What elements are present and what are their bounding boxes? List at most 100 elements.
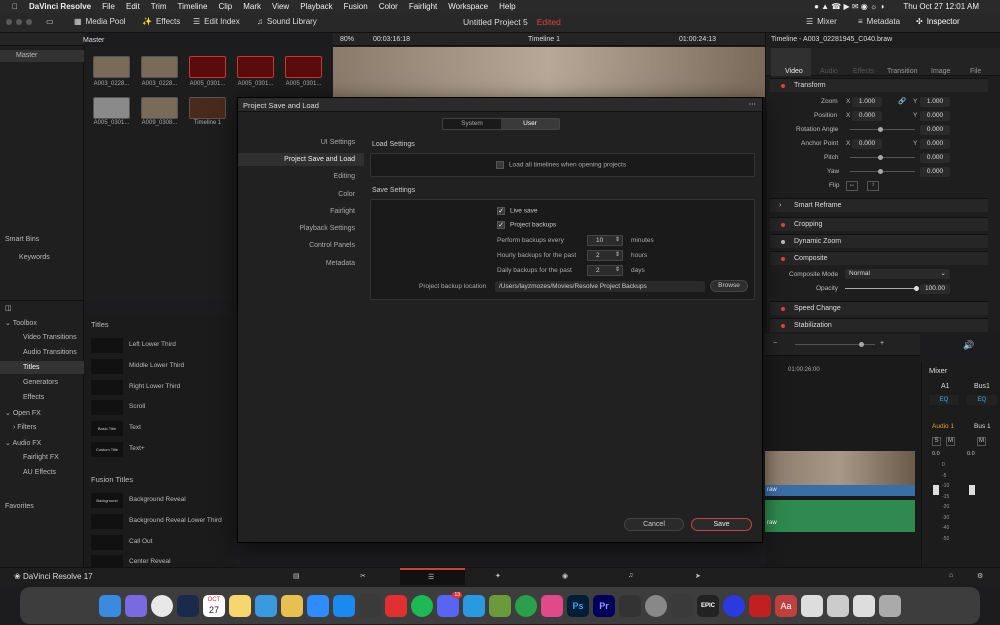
font-book-icon[interactable]: Aa xyxy=(775,594,797,617)
stepper-icon[interactable]: ⇕ xyxy=(615,265,620,275)
tree-titles[interactable]: Titles xyxy=(23,364,39,371)
tab-effects[interactable]: Effects xyxy=(853,68,874,75)
tab-video[interactable]: Video xyxy=(785,68,803,75)
pdf-app-icon[interactable] xyxy=(385,594,407,617)
acrobat-icon[interactable] xyxy=(749,594,771,617)
timeline-timecode[interactable]: 01:00:24:13 xyxy=(679,36,716,43)
minecraft-icon[interactable] xyxy=(489,594,511,617)
enabled-dot[interactable] xyxy=(781,324,785,328)
nav-color[interactable]: Color xyxy=(238,188,364,201)
tab-system[interactable]: System xyxy=(443,119,501,129)
more-icon[interactable]: ⋯ xyxy=(749,99,757,108)
page-deliver-icon[interactable]: ➤ xyxy=(695,572,701,580)
section-composite[interactable]: Composite xyxy=(770,251,988,265)
launchpad-icon[interactable] xyxy=(125,594,147,617)
menu-color[interactable]: Color xyxy=(379,2,398,11)
solo-button[interactable]: S xyxy=(932,437,941,446)
window-controls[interactable] xyxy=(6,19,32,25)
fusion-title-item[interactable]: Background Reveal Lower Third xyxy=(90,512,235,529)
yaw-slider-knob[interactable] xyxy=(878,169,883,174)
clip-thumb[interactable] xyxy=(189,56,226,78)
tree-video-transitions[interactable]: Video Transitions xyxy=(23,334,77,341)
tree-audio-transitions[interactable]: Audio Transitions xyxy=(23,349,77,356)
disk-utility-icon[interactable] xyxy=(801,594,823,617)
cancel-button[interactable]: Cancel xyxy=(624,518,684,531)
browse-button[interactable]: Browse xyxy=(710,280,748,292)
video-clip-label[interactable]: raw xyxy=(765,485,915,496)
video-clip[interactable] xyxy=(765,451,915,485)
hourly-backups-stepper[interactable]: 2 ⇕ xyxy=(587,250,623,261)
mute-button[interactable]: M xyxy=(946,437,955,446)
nav-playback-settings[interactable]: Playback Settings xyxy=(238,222,364,235)
live-save-checkbox[interactable]: ✓ Live save xyxy=(497,207,537,215)
perform-backups-stepper[interactable]: 10 ⇕ xyxy=(587,235,623,246)
davinci-resolve-icon[interactable] xyxy=(619,594,641,617)
effects-button[interactable]: ✨ Effects xyxy=(142,17,180,26)
page-fusion-icon[interactable]: ✦ xyxy=(495,572,501,580)
page-color-icon[interactable]: ◉ xyxy=(562,572,568,580)
page-media-icon[interactable]: ▤ xyxy=(293,572,300,580)
flip-vertical-icon[interactable]: ↕ xyxy=(867,181,879,191)
home-icon[interactable]: ⌂ xyxy=(949,572,953,579)
sound-library-button[interactable]: ♫ Sound Library xyxy=(257,17,317,26)
smart-bin-keywords[interactable]: Keywords xyxy=(19,254,50,261)
nav-control-panels[interactable]: Control Panels xyxy=(238,239,364,252)
window-thumb-icon[interactable] xyxy=(853,594,875,617)
epic-games-icon[interactable]: EPIC xyxy=(697,594,719,617)
tree-effects[interactable]: Effects xyxy=(23,394,44,401)
zoom-out-icon[interactable]: − xyxy=(773,340,777,347)
section-transform[interactable]: Transform xyxy=(770,78,988,92)
headphones-app-icon[interactable] xyxy=(723,594,745,617)
title-item[interactable]: Left Lower Third xyxy=(90,336,235,353)
window-thumb-icon[interactable] xyxy=(827,594,849,617)
position-y-field[interactable]: 0.000 xyxy=(920,111,950,121)
section-smart-reframe[interactable]: › Smart Reframe xyxy=(770,198,988,212)
flip-horizontal-icon[interactable]: ↔ xyxy=(846,181,858,191)
yaw-field[interactable]: 0.000 xyxy=(920,167,950,177)
project-backups-checkbox[interactable]: ✓ Project backups xyxy=(497,221,556,229)
premiere-icon[interactable]: Pr xyxy=(593,594,615,617)
nav-editing[interactable]: Editing xyxy=(238,170,364,183)
menu-edit[interactable]: Edit xyxy=(126,2,140,11)
keynote-icon[interactable] xyxy=(255,594,277,617)
page-fairlight-icon[interactable]: ♫ xyxy=(628,572,633,579)
timeline-thumb[interactable] xyxy=(189,97,226,119)
section-cropping[interactable]: Cropping xyxy=(770,217,988,231)
enabled-dot[interactable] xyxy=(781,84,785,88)
creative-cloud-icon[interactable] xyxy=(541,594,563,617)
menu-fusion[interactable]: Fusion xyxy=(344,2,368,11)
app-menu[interactable]: DaVinci Resolve xyxy=(29,2,91,11)
bin-master[interactable]: Master xyxy=(16,52,37,59)
nav-ui-settings[interactable]: UI Settings xyxy=(238,136,364,149)
title-item[interactable]: Scroll xyxy=(90,398,235,415)
menu-file[interactable]: File xyxy=(102,2,115,11)
backup-location-field[interactable]: /Users/layzmozes/Movies/Resolve Project … xyxy=(495,281,705,292)
pages-icon[interactable] xyxy=(281,594,303,617)
clip-thumb[interactable] xyxy=(141,97,178,119)
tab-user[interactable]: User xyxy=(501,119,559,129)
menu-workspace[interactable]: Workspace xyxy=(448,2,488,11)
tree-audio-fx[interactable]: ⌄ Audio FX xyxy=(5,439,41,447)
chrome-icon[interactable] xyxy=(151,594,173,617)
section-dynamic-zoom[interactable]: Dynamic Zoom xyxy=(770,234,988,248)
photoshop-icon[interactable]: Ps xyxy=(567,594,589,617)
game-app-icon[interactable] xyxy=(671,594,693,617)
stepper-icon[interactable]: ⇕ xyxy=(615,250,620,260)
daily-backups-stepper[interactable]: 2 ⇕ xyxy=(587,265,623,276)
stepper-icon[interactable]: ⇕ xyxy=(615,235,620,245)
enabled-dot[interactable] xyxy=(781,307,785,311)
tree-fairlight-fx[interactable]: Fairlight FX xyxy=(23,454,59,461)
charts-app-icon[interactable] xyxy=(463,594,485,617)
status-icons[interactable]: ● ▲ ☎ ▶ ✉ ◉ ☼ ◑ xyxy=(814,2,884,11)
tab-file[interactable]: File xyxy=(970,68,981,75)
menu-fairlight[interactable]: Fairlight xyxy=(409,2,437,11)
fusion-title-item[interactable]: Background RevealBackground Reveal xyxy=(90,491,235,518)
clock[interactable]: Thu Oct 27 12:01 AM xyxy=(903,2,979,11)
title-item[interactable]: Custom Title Text+ xyxy=(90,440,235,457)
title-item[interactable]: Right Lower Third xyxy=(90,378,235,395)
nav-metadata[interactable]: Metadata xyxy=(238,257,364,270)
save-button[interactable]: Save xyxy=(691,518,752,531)
fader-knob[interactable] xyxy=(969,485,975,495)
tab-image[interactable]: Image xyxy=(931,68,950,75)
textedit-icon[interactable] xyxy=(359,594,381,617)
